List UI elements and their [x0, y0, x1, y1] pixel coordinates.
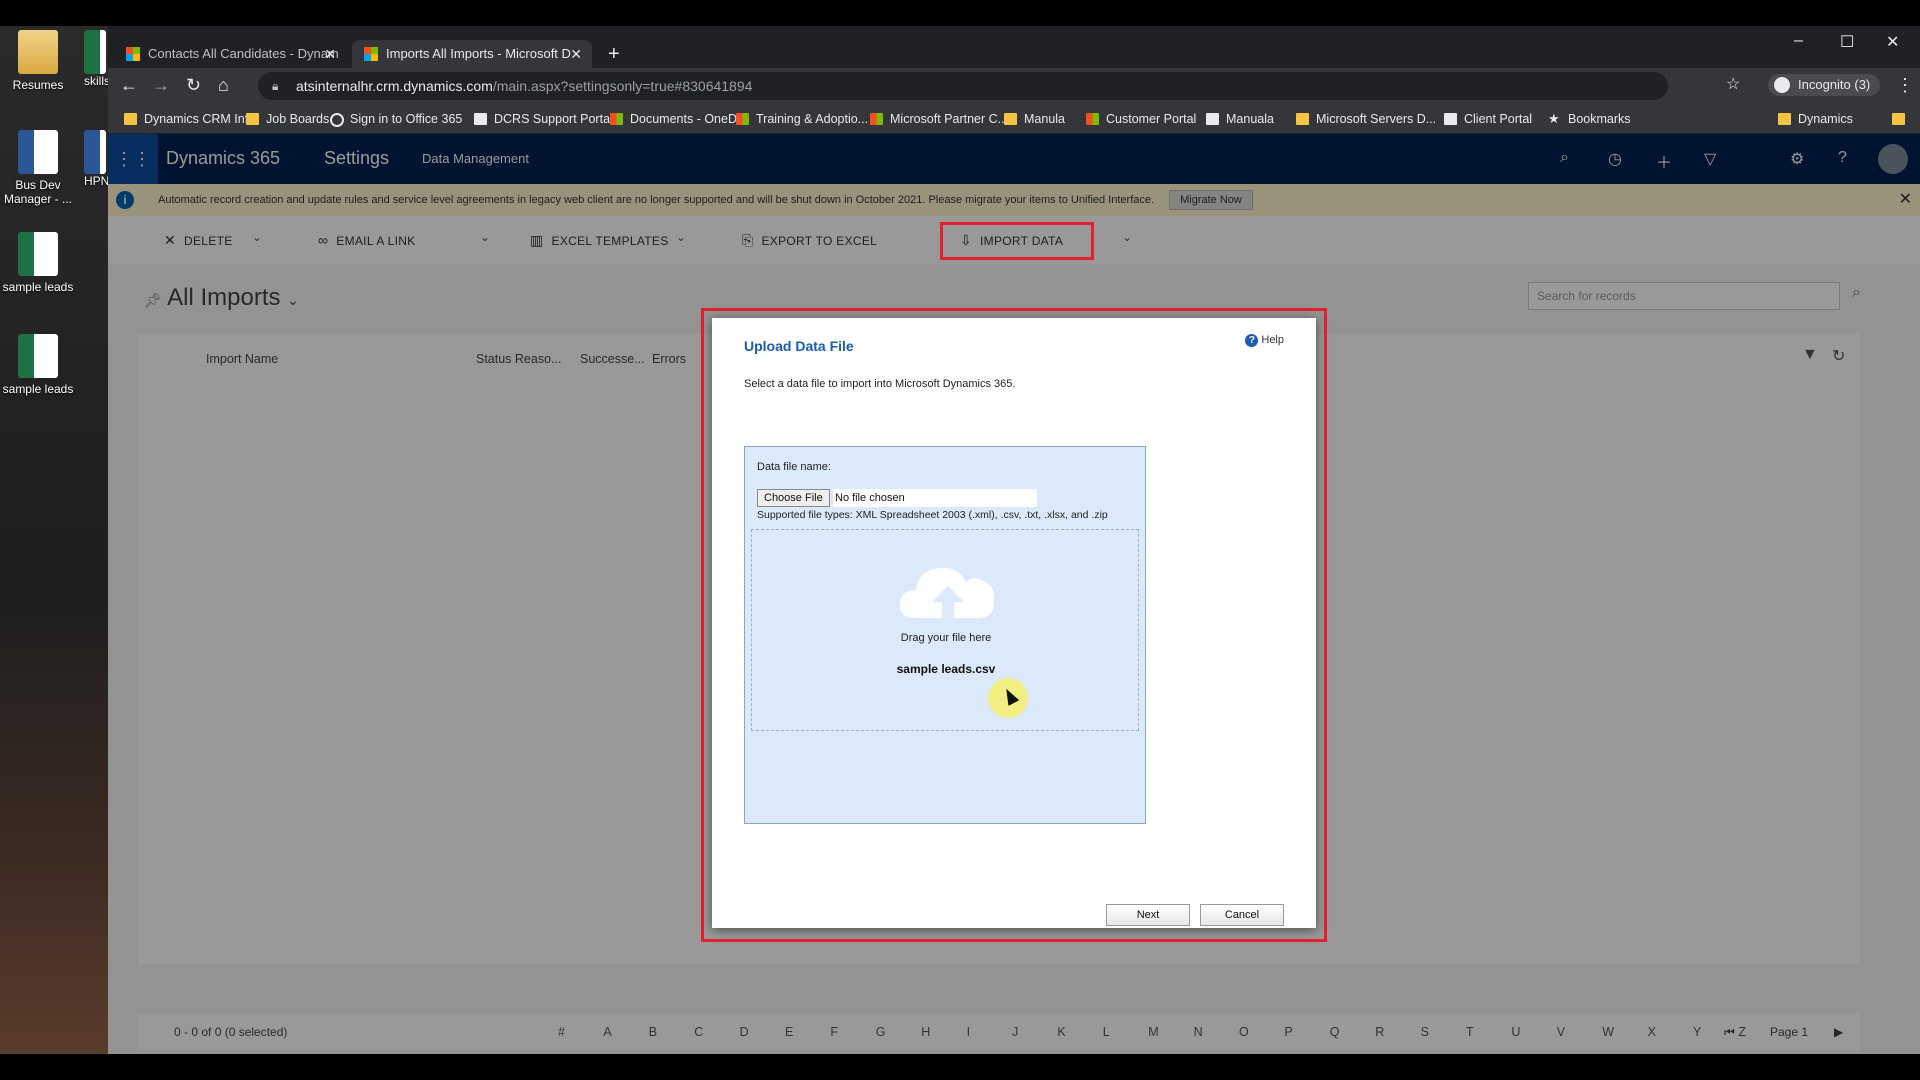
maximize-button[interactable]: ☐	[1840, 32, 1854, 52]
bookmarks-bar: Dynamics CRM Info Job Boards Sign in to …	[108, 104, 1920, 134]
tab-contacts[interactable]: Contacts All Candidates - Dynam ✕	[114, 40, 346, 68]
bookmark-item[interactable]: Microsoft Servers D...	[1296, 110, 1436, 128]
crm-page: ⋮⋮ Dynamics 365 Settings Data Management…	[108, 134, 1920, 1054]
desktop-icon-hpn[interactable]: HPN	[84, 130, 108, 188]
more-bookmarks-icon[interactable]: »	[1892, 110, 1905, 128]
toolbar: ← → ↻ ⌂ 🔒︎ atsinternalhr.crm.dynamics.co…	[108, 68, 1920, 104]
close-tab-icon[interactable]: ✕	[570, 40, 582, 68]
desktop-icon-resumes[interactable]: Resumes	[0, 30, 78, 92]
bookmark-item[interactable]: DCRS Support Portal	[474, 110, 613, 128]
excel-icon	[84, 30, 106, 74]
upload-dialog: Upload Data File Help Select a data file…	[712, 318, 1316, 928]
address-bar[interactable]: 🔒︎ atsinternalhr.crm.dynamics.com/main.a…	[258, 72, 1668, 100]
screen: Resumes skills Bus Dev Manager - ... HPN…	[0, 0, 1920, 1080]
menu-kebab-icon[interactable]: ⋮	[1896, 74, 1914, 96]
desktop-icon-skills[interactable]: skills	[84, 30, 108, 88]
forward-arrow-icon[interactable]: →	[152, 74, 170, 96]
browser-window: Contacts All Candidates - Dynam ✕ Import…	[108, 26, 1920, 1054]
dialog-title: Upload Data File	[744, 338, 854, 354]
excel-icon	[18, 232, 58, 276]
tab-imports[interactable]: Imports All Imports - Microsoft D ✕	[352, 40, 592, 68]
bookmark-item[interactable]: Dynamics	[1778, 110, 1853, 128]
cloud-upload-icon	[899, 567, 995, 618]
choose-file-button[interactable]: Choose File	[757, 489, 830, 507]
word-icon	[18, 130, 58, 174]
tab-strip: Contacts All Candidates - Dynam ✕ Import…	[108, 26, 1920, 68]
desktop-icon-sample-leads-2[interactable]: sample leads	[0, 334, 78, 396]
new-tab-button[interactable]: +	[608, 44, 620, 64]
dialog-description: Select a data file to import into Micros…	[744, 378, 1016, 390]
bookmark-item[interactable]: Customer Portal	[1086, 110, 1196, 128]
microsoft-logo-icon	[126, 47, 140, 61]
bookmark-item[interactable]: Sign in to Office 365	[330, 110, 462, 128]
reload-icon[interactable]: ↻	[186, 74, 201, 96]
close-tab-icon[interactable]: ✕	[324, 40, 336, 68]
upload-panel: Data file name: Choose File No file chos…	[744, 446, 1146, 824]
bookmark-item[interactable]: Manuala	[1206, 110, 1274, 128]
microsoft-logo-icon	[364, 47, 378, 61]
excel-icon	[18, 334, 58, 378]
help-link[interactable]: Help	[1245, 334, 1284, 347]
minimize-button[interactable]: –	[1794, 32, 1803, 50]
bookmark-item[interactable]: Microsoft Partner C...	[870, 110, 1008, 128]
bookmark-item[interactable]: Dynamics CRM Info	[124, 110, 255, 128]
next-button[interactable]: Next	[1106, 904, 1190, 926]
file-label: Data file name:	[757, 461, 831, 473]
folder-icon	[18, 30, 58, 74]
home-icon[interactable]: ⌂	[218, 74, 229, 96]
lock-icon: 🔒︎	[272, 79, 279, 93]
dropped-file-name: sample leads.csv	[896, 662, 996, 676]
bookmark-item[interactable]: Training & Adoptio...	[736, 110, 868, 128]
bookmark-star-icon[interactable]: ☆	[1726, 74, 1740, 96]
cancel-button[interactable]: Cancel	[1200, 904, 1284, 926]
file-status: No file chosen	[833, 489, 1037, 507]
bookmark-item[interactable]: Bookmarks	[1548, 110, 1631, 128]
close-window-button[interactable]: ✕	[1886, 32, 1899, 52]
bookmark-item[interactable]: Client Portal	[1444, 110, 1532, 128]
desktop-icon-sample-leads-1[interactable]: sample leads	[0, 232, 78, 294]
incognito-profile-button[interactable]: Incognito (3)	[1768, 74, 1881, 96]
import-data-highlight	[940, 222, 1094, 260]
bookmark-item[interactable]: Job Boards	[246, 110, 329, 128]
bookmark-item[interactable]: Manula	[1004, 110, 1065, 128]
drag-hint: Drag your file here	[900, 632, 992, 644]
desktop: Resumes skills Bus Dev Manager - ... HPN…	[0, 26, 108, 1054]
desktop-icon-bus-dev-manager[interactable]: Bus Dev Manager - ...	[0, 130, 78, 206]
bookmark-item[interactable]: Documents - OneD...	[610, 110, 747, 128]
back-arrow-icon[interactable]: ←	[120, 74, 138, 96]
supported-types: Supported file types: XML Spreadsheet 20…	[757, 509, 1108, 521]
word-icon	[84, 130, 106, 174]
drop-zone[interactable]: Drag your file here sample leads.csv	[751, 529, 1139, 731]
